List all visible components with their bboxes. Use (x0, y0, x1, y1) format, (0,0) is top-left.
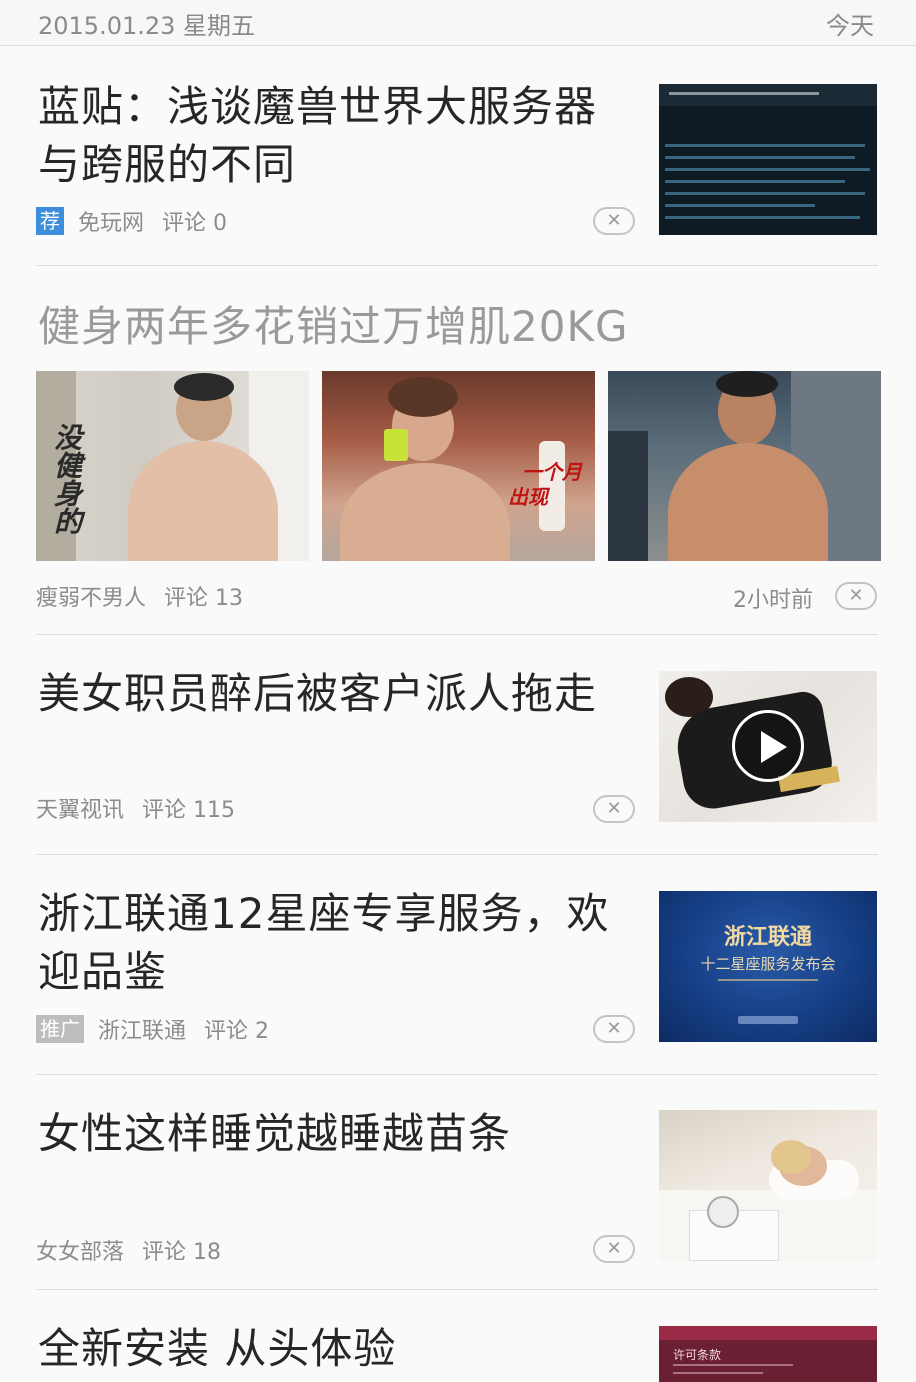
news-item-2[interactable]: 健身两年多花销过万增肌20KG 没健身的 一个月 出现 瘦弱不男人 评论 13 … (36, 266, 881, 635)
date-bar: 2015.01.23 星期五 今天 (0, 0, 916, 46)
news-time: 2小时前 (733, 588, 813, 613)
close-icon: ✕ (606, 1238, 622, 1259)
news-thumbnail[interactable]: 许可条款 (659, 1326, 877, 1382)
play-icon[interactable] (732, 710, 804, 782)
date-label: 2015.01.23 星期五 (38, 12, 256, 40)
alarm-clock-icon (707, 1196, 739, 1228)
image-caption: 出现 (508, 485, 548, 509)
news-title[interactable]: 全新安装 从头体验 (38, 1320, 628, 1378)
thumb-caption: 许可条款 (673, 1348, 722, 1362)
news-meta: 瘦弱不男人 评论 13 (36, 581, 243, 611)
news-comments: 评论 0 (162, 211, 228, 236)
video-thumbnail[interactable] (659, 671, 877, 822)
dismiss-button[interactable]: ✕ (593, 1015, 635, 1043)
promo-tag: 推广 (36, 1015, 84, 1043)
news-thumbnail[interactable] (659, 1110, 877, 1261)
unicom-logo-icon (738, 1016, 798, 1024)
news-item-6[interactable]: 全新安装 从头体验 许可条款 (36, 1290, 878, 1382)
news-comments: 评论 18 (142, 1240, 222, 1265)
news-source: 免玩网 (78, 211, 145, 236)
news-thumbnail[interactable] (659, 84, 877, 235)
gallery-image-3[interactable] (608, 371, 881, 561)
news-comments: 评论 115 (142, 798, 236, 823)
news-title[interactable]: 蓝贴：浅谈魔兽世界大服务器与跨服的不同 (38, 78, 628, 194)
close-icon: ✕ (606, 1018, 622, 1039)
news-item-5[interactable]: 女性这样睡觉越睡越苗条 女女部落 评论 18 ✕ (36, 1075, 878, 1290)
news-meta: 女女部落 评论 18 (36, 1235, 221, 1265)
dismiss-button[interactable]: ✕ (593, 795, 635, 823)
news-title[interactable]: 浙江联通12星座专享服务，欢迎品鉴 (38, 885, 628, 1001)
news-source: 天翼视讯 (36, 798, 125, 823)
close-icon: ✕ (606, 210, 622, 231)
recommend-tag: 荐 (36, 207, 64, 235)
news-meta: 天翼视讯 评论 115 (36, 793, 235, 823)
dismiss-button[interactable]: ✕ (835, 582, 877, 610)
news-title[interactable]: 美女职员醉后被客户派人拖走 (38, 665, 628, 723)
news-meta: 推广 浙江联通 评论 2 (36, 1014, 269, 1044)
news-comments: 评论 13 (164, 586, 244, 611)
news-item-1[interactable]: 蓝贴：浅谈魔兽世界大服务器与跨服的不同 荐 免玩网 评论 0 ✕ (36, 46, 878, 266)
news-source: 瘦弱不男人 (36, 586, 147, 611)
ad-thumb-subtitle: 十二星座服务发布会 (700, 955, 836, 973)
gallery-image-1[interactable]: 没健身的 (36, 371, 309, 561)
image-gallery[interactable]: 没健身的 一个月 出现 (36, 371, 882, 561)
news-item-3[interactable]: 美女职员醉后被客户派人拖走 天翼视讯 评论 115 ✕ (36, 635, 878, 855)
news-title[interactable]: 女性这样睡觉越睡越苗条 (38, 1105, 628, 1163)
today-label: 今天 (826, 12, 874, 40)
close-icon: ✕ (848, 585, 864, 606)
news-source: 浙江联通 (98, 1019, 187, 1044)
image-caption: 没健身的 (50, 423, 83, 535)
news-item-4[interactable]: 浙江联通12星座专享服务，欢迎品鉴 推广 浙江联通 评论 2 ✕ 浙江联通 十二… (36, 855, 878, 1075)
news-comments: 评论 2 (204, 1019, 270, 1044)
close-icon: ✕ (606, 798, 622, 819)
news-source: 女女部落 (36, 1240, 125, 1265)
news-meta: 荐 免玩网 评论 0 (36, 206, 227, 236)
ad-thumbnail[interactable]: 浙江联通 十二星座服务发布会 (659, 891, 877, 1042)
gallery-image-2[interactable]: 一个月 出现 (322, 371, 595, 561)
ad-thumb-title: 浙江联通 (723, 925, 812, 950)
dismiss-button[interactable]: ✕ (593, 1235, 635, 1263)
dismiss-button[interactable]: ✕ (593, 207, 635, 235)
news-title[interactable]: 健身两年多花销过万增肌20KG (38, 298, 838, 356)
